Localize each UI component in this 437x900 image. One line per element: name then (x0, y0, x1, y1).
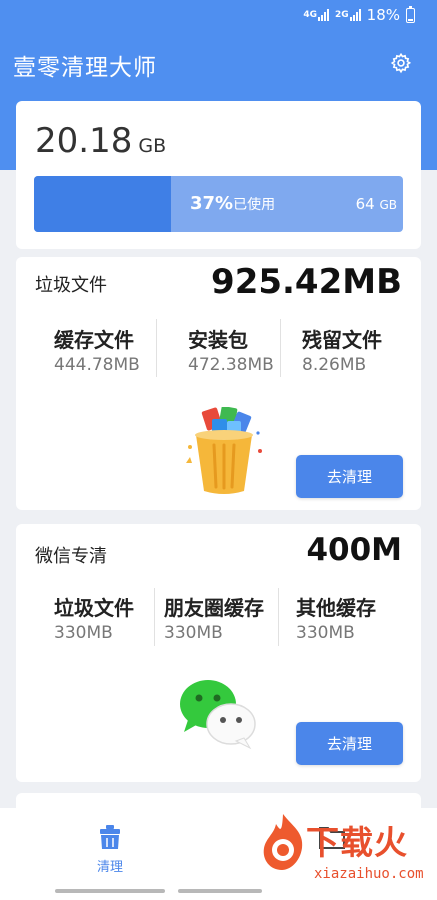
category-size: 330MB (54, 623, 113, 643)
category-name: 垃圾文件 (54, 596, 134, 620)
category-size: 330MB (164, 623, 223, 643)
signal-icon (318, 9, 329, 21)
junk-category-apk[interactable]: 安装包 472.38MB (188, 324, 308, 375)
watermark-url: xiazaihuo.com (314, 866, 424, 882)
storage-total-value: 64 (355, 195, 375, 213)
divider (154, 588, 155, 646)
storage-used-text: 已使用 (233, 197, 276, 213)
storage-used-label: 37%已使用 (190, 193, 275, 214)
wechat-card-title: 微信专清 (35, 546, 107, 567)
network-type-label-2: 2G (335, 9, 349, 20)
junk-total-size: 925.42MB (211, 262, 402, 302)
broom-icon (100, 825, 120, 849)
storage-total-unit: GB (379, 198, 397, 212)
settings-button[interactable] (390, 52, 412, 74)
junk-files-card: 垃圾文件 925.42MB 缓存文件 444.78MB 安装包 472.38MB… (16, 257, 421, 510)
network-4g-icon: 4G (303, 9, 329, 21)
storage-total: 64 GB (356, 195, 397, 213)
junk-card-title: 垃圾文件 (35, 275, 107, 296)
divider (156, 319, 157, 377)
category-name: 其他缓存 (296, 596, 376, 620)
wechat-total-size: 400M (306, 532, 402, 568)
category-name: 安装包 (188, 328, 248, 352)
category-size: 8.26MB (302, 355, 367, 375)
category-name: 朋友圈缓存 (164, 596, 264, 620)
storage-value: 20.18 (35, 121, 133, 161)
gear-icon (390, 52, 412, 74)
trash-bin-icon (186, 407, 262, 494)
watermark-text: 下载火 (306, 823, 408, 862)
wechat-category-junk[interactable]: 垃圾文件 330MB (54, 592, 174, 643)
junk-clean-button[interactable]: 去清理 (296, 455, 403, 498)
battery-icon (406, 5, 415, 23)
divider (280, 319, 281, 377)
category-size: 472.38MB (188, 355, 274, 375)
storage-used-amount: 20.18 GB (35, 121, 166, 161)
wechat-category-other[interactable]: 其他缓存 330MB (296, 592, 416, 643)
wechat-clean-card: 微信专清 400M 垃圾文件 330MB 朋友圈缓存 330MB 其他缓存 33… (16, 524, 421, 782)
wechat-category-moments[interactable]: 朋友圈缓存 330MB (164, 592, 284, 643)
flame-logo-icon (263, 814, 303, 870)
status-bar: 4G 2G 18% (0, 0, 437, 30)
gesture-bar-left (55, 889, 165, 893)
app-title: 壹零清理大师 (13, 55, 157, 81)
status-icons: 4G 2G 18% (303, 5, 415, 24)
storage-progress-bar: 37%已使用 64 GB (34, 176, 403, 232)
storage-unit: GB (138, 135, 167, 157)
battery-percent: 18% (366, 6, 400, 24)
network-type-label: 4G (303, 9, 317, 20)
signal-icon-2 (349, 9, 361, 21)
tab-clean-label: 清理 (96, 860, 123, 875)
storage-used-percent: 37% (190, 193, 234, 214)
category-size: 330MB (296, 623, 355, 643)
storage-card: 20.18 GB 37%已使用 64 GB (16, 101, 421, 249)
category-name: 残留文件 (302, 328, 382, 352)
storage-progress-fill (34, 176, 171, 232)
gesture-bar-middle (178, 889, 262, 893)
wechat-logo-icon (180, 680, 256, 750)
wechat-clean-button[interactable]: 去清理 (296, 722, 403, 765)
junk-category-residual[interactable]: 残留文件 8.26MB (302, 324, 422, 375)
tab-clean[interactable]: 清理 (88, 824, 132, 875)
network-2g-icon: 2G (335, 9, 361, 21)
watermark: 下载火 xiazaihuo.com (258, 810, 433, 898)
divider (278, 588, 279, 646)
